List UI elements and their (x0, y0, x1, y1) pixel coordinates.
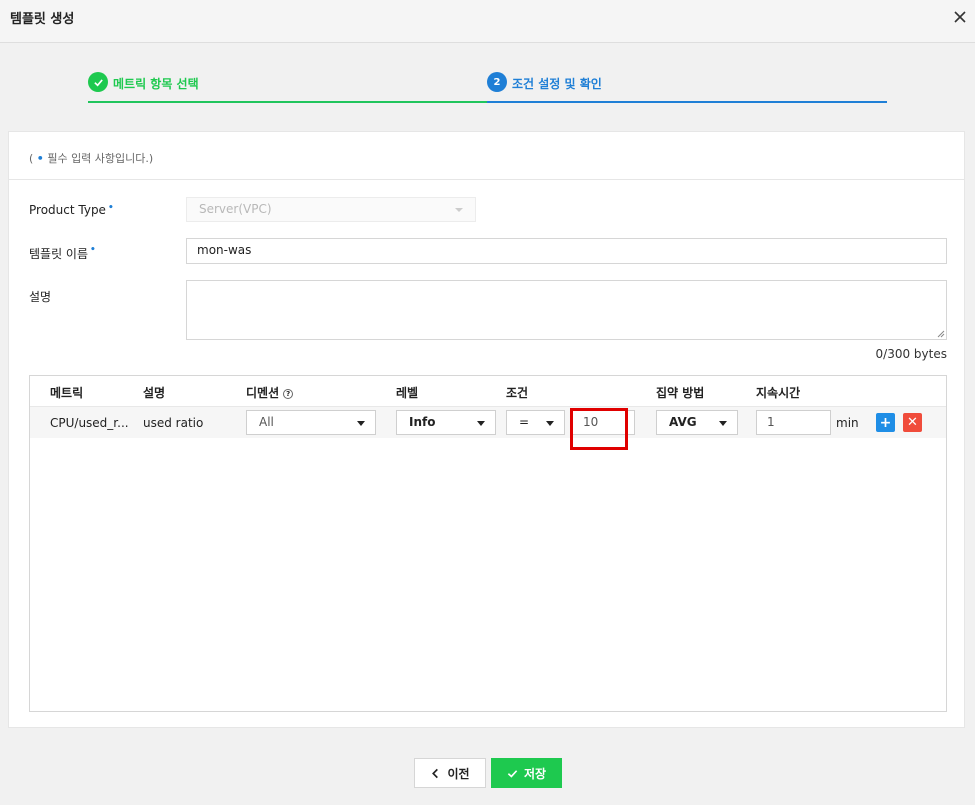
required-dot: • (90, 245, 96, 255)
column-header-level: 레벨 (396, 386, 419, 400)
description-cell: used ratio (143, 416, 204, 430)
chevron-down-icon (455, 208, 463, 212)
condition-grid: 메트릭 설명 디멘션? 레벨 조건 집약 방법 지속시간 CPU/used_r.… (29, 375, 947, 712)
dimension-select[interactable]: All (246, 410, 376, 435)
duration-unit: min (836, 416, 859, 430)
chevron-down-icon (719, 421, 727, 426)
product-type-label: Product Type • (29, 203, 114, 217)
duration-input[interactable]: 1 (756, 410, 831, 435)
chevron-down-icon (357, 421, 365, 426)
required-note: ( • 필수 입력 사항입니다.) (29, 152, 154, 165)
chevron-down-icon (546, 421, 554, 426)
form-panel: ( • 필수 입력 사항입니다.) Product Type • Server(V… (8, 131, 965, 728)
description-byte-counter: 0/300 bytes (875, 347, 947, 361)
level-select[interactable]: Info (396, 410, 496, 435)
description-textarea[interactable] (186, 280, 947, 340)
table-row: CPU/used_r... used ratio All Info = 10 A… (30, 407, 946, 438)
chevron-down-icon (477, 421, 485, 426)
column-header-aggregation: 집약 방법 (656, 386, 705, 400)
chevron-left-icon (432, 768, 439, 778)
step-condition-setup: 2 조건 설정 및 확인 (487, 70, 887, 103)
template-name-label: 템플릿 이름 • (29, 245, 96, 261)
description-label: 설명 (29, 290, 52, 304)
close-icon[interactable] (953, 10, 967, 24)
required-dot: • (107, 203, 114, 213)
operator-select[interactable]: = (506, 410, 565, 435)
template-name-input[interactable]: mon-was (186, 238, 947, 264)
column-header-dimension: 디멘션? (246, 384, 294, 401)
dialog-header: 템플릿 생성 (0, 0, 975, 43)
check-icon (507, 769, 518, 778)
aggregation-select[interactable]: AVG (656, 410, 738, 435)
add-row-button[interactable]: + (876, 413, 895, 432)
step-number: 2 (487, 72, 507, 92)
column-header-metric: 메트릭 (50, 386, 84, 400)
metric-cell: CPU/used_r... (50, 416, 129, 430)
column-header-condition: 조건 (506, 386, 529, 400)
divider (9, 179, 964, 180)
help-icon[interactable]: ? (283, 389, 294, 399)
step-label: 조건 설정 및 확인 (512, 77, 602, 91)
required-dot: • (36, 152, 44, 165)
check-icon (88, 72, 108, 92)
step-label: 메트릭 항목 선택 (113, 77, 199, 91)
delete-row-button[interactable]: ✕ (903, 413, 922, 432)
dialog-title: 템플릿 생성 (10, 12, 75, 27)
column-header-duration: 지속시간 (756, 386, 801, 400)
product-type-select: Server(VPC) (186, 197, 476, 222)
threshold-highlight-box (570, 408, 628, 450)
save-button[interactable]: 저장 (491, 758, 562, 788)
column-header-description: 설명 (143, 386, 166, 400)
step-metric-select: 메트릭 항목 선택 (88, 70, 487, 103)
prev-button[interactable]: 이전 (414, 758, 486, 788)
stepper: 메트릭 항목 선택 2 조건 설정 및 확인 (88, 70, 887, 103)
resize-grip-icon[interactable] (937, 330, 945, 338)
